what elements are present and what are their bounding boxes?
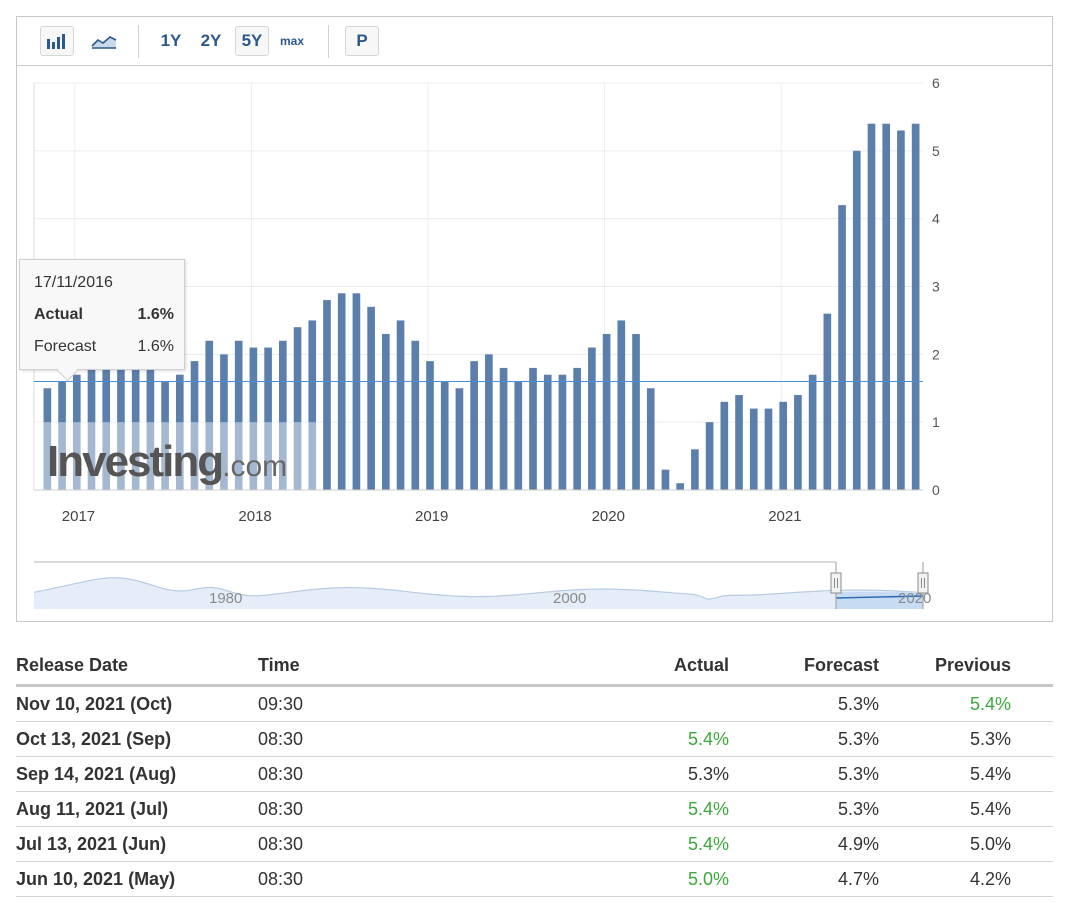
cell-spacer <box>1011 721 1053 757</box>
table-header-row: Release Date Time Actual Forecast Previo… <box>16 646 1053 687</box>
cell-release-date: Nov 10, 2021 (Oct) <box>16 685 258 722</box>
cell-previous: 5.0% <box>879 826 1011 862</box>
table-row: Oct 13, 2021 (Sep) 08:30 5.4% 5.3% 5.3% <box>16 721 1053 757</box>
cell-actual <box>458 685 729 722</box>
navigator-year-label: 2000 <box>553 590 586 607</box>
header-release-date[interactable]: Release Date <box>16 646 258 687</box>
cell-time: 08:30 <box>258 756 458 792</box>
cell-actual: 5.4% <box>458 826 729 862</box>
cell-spacer <box>1011 861 1053 897</box>
chart-panel: 1Y 2Y 5Y max P 0 1 2 3 4 5 6 2017 2018 2019 2020 20… <box>16 16 1053 622</box>
cell-spacer <box>1011 685 1053 722</box>
cell-actual: 5.4% <box>458 791 729 827</box>
table-row: Nov 10, 2021 (Oct) 09:30 5.3% 5.4% <box>16 685 1053 722</box>
cell-time: 08:30 <box>258 721 458 757</box>
cell-forecast: 5.3% <box>729 756 879 792</box>
table-row: Jun 10, 2021 (May) 08:30 5.0% 4.7% 4.2% <box>16 861 1053 897</box>
cell-release-date: Oct 13, 2021 (Sep) <box>16 721 258 757</box>
cell-release-date: Jul 13, 2021 (Jun) <box>16 826 258 862</box>
table-row: Jul 13, 2021 (Jun) 08:30 5.4% 4.9% 5.0% <box>16 826 1053 862</box>
cell-forecast: 5.3% <box>729 685 879 722</box>
header-actual[interactable]: Actual <box>458 646 729 687</box>
header-spacer <box>1011 646 1053 687</box>
cell-spacer <box>1011 791 1053 827</box>
cell-actual: 5.4% <box>458 721 729 757</box>
cell-release-date: Aug 11, 2021 (Jul) <box>16 791 258 827</box>
cell-time: 09:30 <box>258 685 458 722</box>
cell-previous: 5.3% <box>879 721 1011 757</box>
cell-forecast: 5.3% <box>729 791 879 827</box>
cell-previous: 5.4% <box>879 791 1011 827</box>
cell-time: 08:30 <box>258 826 458 862</box>
cell-spacer <box>1011 826 1053 862</box>
cell-actual: 5.3% <box>458 756 729 792</box>
header-previous[interactable]: Previous <box>879 646 1011 687</box>
cell-forecast: 4.7% <box>729 861 879 897</box>
cell-previous: 5.4% <box>879 685 1011 722</box>
cell-actual: 5.0% <box>458 861 729 897</box>
cell-time: 08:30 <box>258 791 458 827</box>
table-row: Sep 14, 2021 (Aug) 08:30 5.3% 5.3% 5.4% <box>16 756 1053 792</box>
cell-forecast: 5.3% <box>729 721 879 757</box>
cell-release-date: Sep 14, 2021 (Aug) <box>16 756 258 792</box>
navigator-year-label: 2020 <box>898 590 931 607</box>
range-navigator[interactable]: 1980 2000 2020 <box>17 17 1052 621</box>
cell-forecast: 4.9% <box>729 826 879 862</box>
table-row: Aug 11, 2021 (Jul) 08:30 5.4% 5.3% 5.4% <box>16 791 1053 827</box>
cell-previous: 4.2% <box>879 861 1011 897</box>
navigator-year-label: 1980 <box>209 590 242 607</box>
navigator-handle-left[interactable] <box>830 572 842 594</box>
cell-spacer <box>1011 756 1053 792</box>
cell-time: 08:30 <box>258 861 458 897</box>
header-time[interactable]: Time <box>258 646 458 687</box>
release-history-table: Release Date Time Actual Forecast Previo… <box>16 646 1053 897</box>
cell-previous: 5.4% <box>879 756 1011 792</box>
cell-release-date: Jun 10, 2021 (May) <box>16 861 258 897</box>
header-forecast[interactable]: Forecast <box>729 646 879 687</box>
